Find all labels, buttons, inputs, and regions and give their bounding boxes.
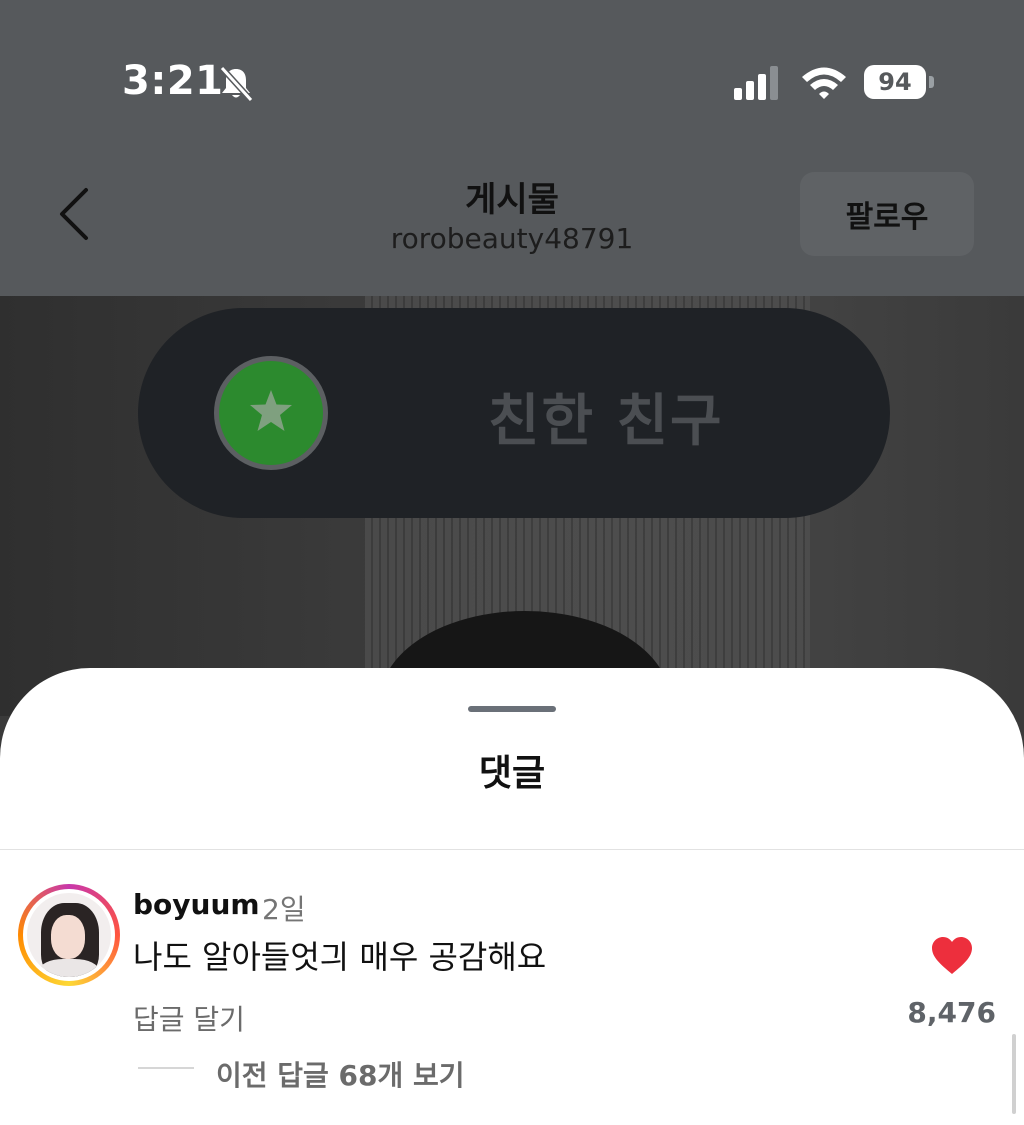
close-friends-label: 친한 친구 xyxy=(488,389,724,454)
avatar-border xyxy=(23,889,115,981)
reply-button[interactable]: 답글 달기 xyxy=(133,998,245,1038)
cellular-signal-icon xyxy=(734,66,782,100)
post-photo: 친한 친구 xyxy=(0,296,1024,716)
page-title: 게시물 xyxy=(465,180,559,220)
battery-level: 94 xyxy=(864,65,926,99)
top-overlay: 3:21 94 게시물 rorobeauty48791 팔로우 xyxy=(0,0,1024,296)
comment-item: boyuum 2일 나도 알아들엇긔 매우 공감해요 답글 달기 8,476 이… xyxy=(0,850,1024,1125)
replies-divider-line xyxy=(138,1067,194,1069)
bell-slash-icon xyxy=(216,64,256,104)
battery-icon: 94 xyxy=(864,65,936,99)
comments-sheet: 댓글 boyuum 2일 나도 알아들엇긔 매우 공감해요 답글 달기 8,47… xyxy=(0,668,1024,1125)
avatar-image xyxy=(27,893,111,977)
wifi-icon xyxy=(800,64,848,102)
scrollbar[interactable] xyxy=(1012,1034,1016,1114)
chevron-left-icon[interactable] xyxy=(52,184,96,244)
status-time: 3:21 xyxy=(122,58,224,104)
comment-text: 나도 알아들엇긔 매우 공감해요 xyxy=(133,938,547,976)
heart-icon[interactable] xyxy=(930,936,974,976)
follow-button[interactable]: 팔로우 xyxy=(800,172,974,256)
like-count: 8,476 xyxy=(907,996,996,1029)
sheet-drag-handle[interactable] xyxy=(468,706,556,712)
post-header: 게시물 rorobeauty48791 팔로우 xyxy=(0,150,1024,296)
post-author-username[interactable]: rorobeauty48791 xyxy=(312,222,712,255)
star-icon xyxy=(214,356,328,470)
avatar-face xyxy=(51,915,85,959)
comment-time: 2일 xyxy=(262,893,306,926)
battery-cap xyxy=(929,76,934,88)
comments-title: 댓글 xyxy=(478,753,546,794)
close-friends-badge: 친한 친구 xyxy=(138,308,890,518)
status-bar: 3:21 94 xyxy=(0,0,1024,150)
comment-username[interactable]: boyuum xyxy=(133,888,260,921)
view-previous-replies-button[interactable]: 이전 답글 68개 보기 xyxy=(216,1054,465,1094)
avatar[interactable] xyxy=(18,884,120,986)
avatar-body xyxy=(39,959,99,977)
